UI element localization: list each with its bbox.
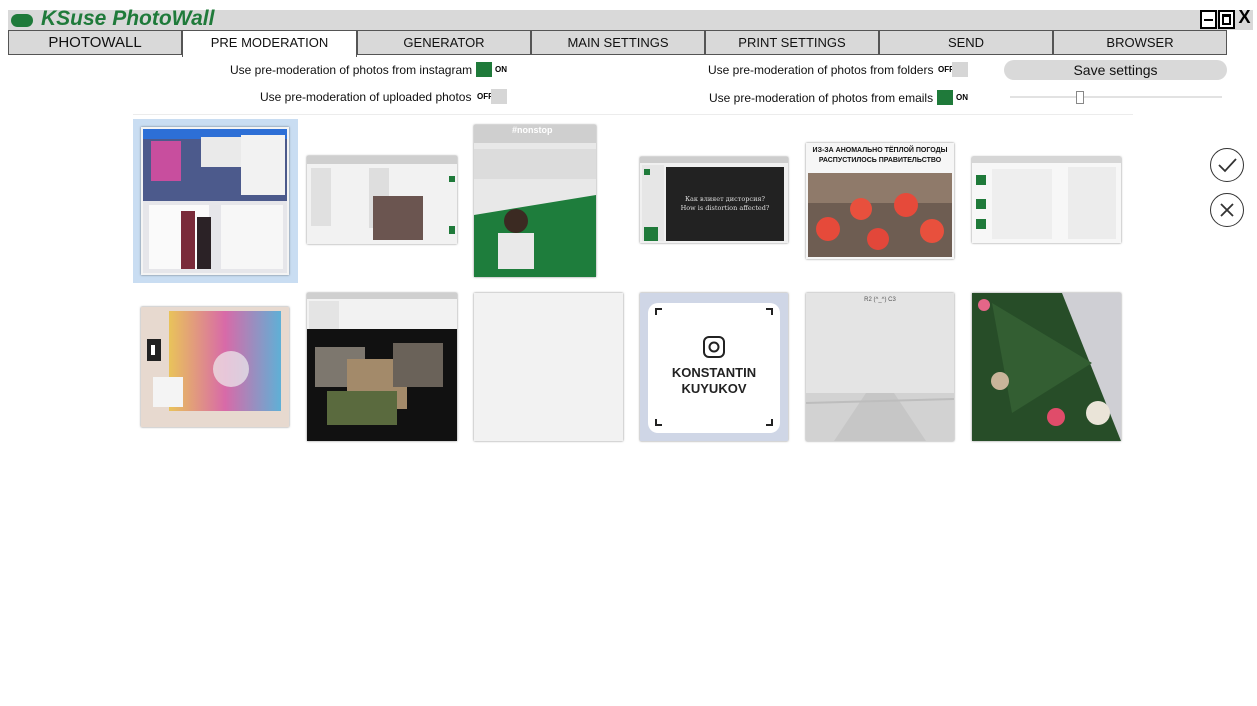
distortion-ru-text: Как влияет дисторсия? [685,195,765,203]
nonstop-tag: #nonstop [512,125,553,135]
photo-collage[interactable] [307,293,457,441]
photo-news[interactable]: ИЗ-ЗА АНОМАЛЬНО ТЁПЛОЙ ПОГОДЫ РАСПУСТИЛО… [806,143,954,259]
tab-pre-moderation[interactable]: PRE MODERATION [182,30,357,57]
save-settings-button[interactable]: Save settings [1004,60,1227,80]
uploaded-moderation-label: Use pre-moderation of uploaded photos [260,90,472,104]
photo-wall-art[interactable] [141,307,289,427]
emails-moderation-toggle[interactable]: ON [937,90,968,105]
minimize-icon[interactable] [1200,10,1217,29]
photo-app-screenshot[interactable] [307,156,457,244]
tab-main-settings[interactable]: MAIN SETTINGS [531,30,705,55]
app-logo-icon [11,14,33,27]
photo-gallery-room[interactable] [141,127,289,275]
maximize-icon[interactable] [1218,10,1235,29]
thumbnail-size-slider[interactable] [1010,96,1222,98]
check-circle-icon [1217,157,1237,172]
slider-thumb[interactable] [1076,91,1084,104]
photo-distortion-slide[interactable]: Как влияет дисторсия? How is distortion … [640,157,788,243]
fog-caption: R2 (^_^) C3 [864,297,896,303]
tab-send[interactable]: SEND [879,30,1053,55]
instagram-moderation-toggle[interactable]: ON [476,62,507,77]
distortion-en-text: How is distortion affected? [680,204,770,212]
divider [133,114,1133,115]
tab-print-settings[interactable]: PRINT SETTINGS [705,30,879,55]
photo-christmas-tree[interactable] [972,293,1121,441]
photo-settings-screenshot[interactable] [972,157,1121,243]
folders-moderation-label: Use pre-moderation of photos from folder… [708,63,934,77]
photo-nonstop[interactable]: #nonstop [474,125,596,277]
emails-moderation-label: Use pre-moderation of photos from emails [709,91,934,105]
tab-bar: PHOTOWALL PRE MODERATION GENERATOR MAIN … [8,30,1253,57]
app-title: KSuse PhotoWall [41,7,215,30]
tab-generator[interactable]: GENERATOR [357,30,531,55]
photo-blank[interactable] [474,293,623,441]
folders-moderation-toggle[interactable]: OFF [937,62,968,77]
close-icon[interactable]: X [1236,8,1253,29]
uploaded-moderation-toggle[interactable]: OFF [476,89,507,104]
x-circle-icon [1219,202,1234,217]
tab-browser[interactable]: BROWSER [1053,30,1227,55]
nametag-last-name: KUYUKOV [681,381,747,396]
news-headline: ИЗ-ЗА АНОМАЛЬНО ТЁПЛОЙ ПОГОДЫ РАСПУСТИЛО… [812,147,948,164]
instagram-moderation-label: Use pre-moderation of photos from instag… [230,63,473,77]
tab-photowall[interactable]: PHOTOWALL [8,30,182,55]
nametag-first-name: KONSTANTIN [671,365,757,380]
reject-button[interactable] [1210,193,1244,227]
photo-foggy-road[interactable]: R2 (^_^) C3 [806,293,954,441]
approve-button[interactable] [1210,148,1244,182]
photo-instagram-nametag[interactable]: KONSTANTIN KUYUKOV [640,293,788,441]
